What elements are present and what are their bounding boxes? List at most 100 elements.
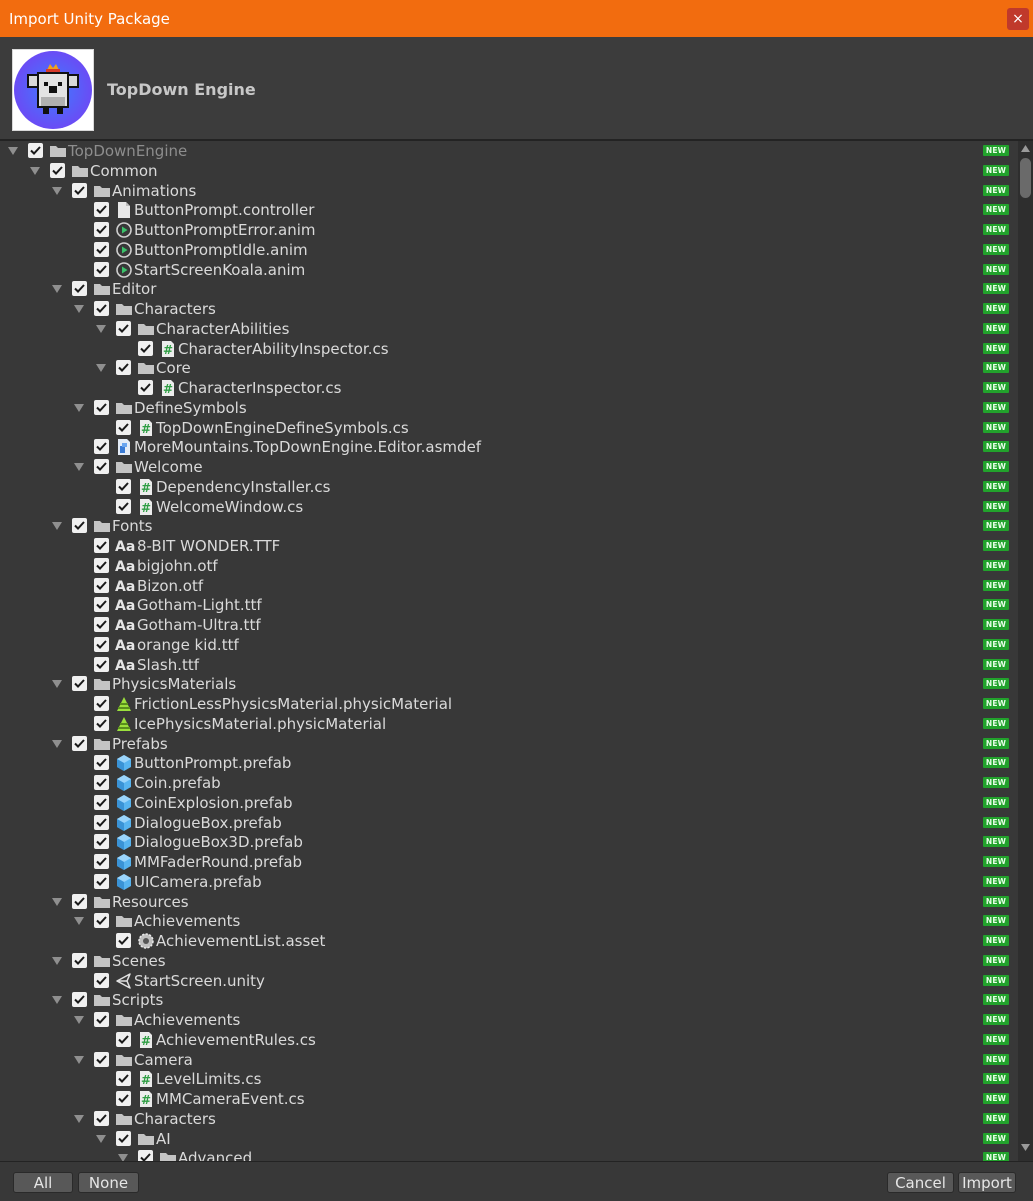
include-checkbox[interactable]: [94, 202, 109, 218]
include-checkbox[interactable]: [28, 143, 43, 158]
include-checkbox[interactable]: [116, 360, 131, 376]
include-checkbox[interactable]: [116, 478, 131, 494]
tree-row[interactable]: Characters NEW: [0, 299, 1018, 319]
expand-arrow-icon[interactable]: [74, 304, 84, 314]
select-all-button[interactable]: All: [13, 1172, 73, 1193]
tree-row[interactable]: # MMCameraEvent.cs NEW: [0, 1089, 1018, 1109]
tree-row[interactable]: ButtonPrompt.prefab NEW: [0, 753, 1018, 773]
include-checkbox[interactable]: [94, 241, 109, 257]
select-none-button[interactable]: None: [78, 1172, 139, 1193]
expand-arrow-icon[interactable]: [52, 897, 62, 907]
include-checkbox[interactable]: [94, 814, 109, 830]
include-checkbox[interactable]: [94, 1110, 109, 1126]
tree-row[interactable]: Editor NEW: [0, 279, 1018, 299]
expand-arrow-icon[interactable]: [74, 1114, 84, 1124]
tree-row[interactable]: Welcome NEW: [0, 457, 1018, 477]
include-checkbox[interactable]: [94, 854, 109, 869]
expand-arrow-icon[interactable]: [74, 403, 84, 413]
tree-row[interactable]: Camera NEW: [0, 1050, 1018, 1070]
tree-row[interactable]: # LevelLimits.cs NEW: [0, 1069, 1018, 1089]
expand-arrow-icon[interactable]: [74, 916, 84, 926]
expand-arrow-icon[interactable]: [52, 679, 62, 689]
tree-row[interactable]: AI NEW: [0, 1129, 1018, 1149]
scroll-thumb[interactable]: [1020, 158, 1031, 198]
tree-row[interactable]: CharacterAbilities NEW: [0, 319, 1018, 339]
tree-row[interactable]: Achievements NEW: [0, 911, 1018, 931]
include-checkbox[interactable]: [94, 1012, 109, 1027]
scroll-up-icon[interactable]: [1021, 145, 1030, 152]
expand-arrow-icon[interactable]: [74, 462, 84, 472]
close-button[interactable]: ×: [1007, 8, 1029, 30]
include-checkbox[interactable]: [94, 696, 109, 711]
expand-arrow-icon[interactable]: [74, 1055, 84, 1065]
tree-row[interactable]: Scenes NEW: [0, 951, 1018, 971]
expand-arrow-icon[interactable]: [52, 186, 62, 196]
expand-arrow-icon[interactable]: [96, 363, 106, 373]
include-checkbox[interactable]: [94, 715, 109, 731]
expand-arrow-icon[interactable]: [52, 995, 62, 1005]
include-checkbox[interactable]: [116, 933, 131, 948]
include-checkbox[interactable]: [94, 557, 109, 573]
tree-row[interactable]: Aa Gotham-Light.ttf NEW: [0, 595, 1018, 615]
expand-arrow-icon[interactable]: [52, 956, 62, 966]
tree-row[interactable]: ButtonPromptError.anim NEW: [0, 220, 1018, 240]
tree-row[interactable]: Fonts NEW: [0, 516, 1018, 536]
tree-row[interactable]: StartScreenKoala.anim NEW: [0, 260, 1018, 280]
include-checkbox[interactable]: [138, 340, 153, 356]
expand-arrow-icon[interactable]: [8, 146, 18, 156]
tree-row[interactable]: AchievementList.asset NEW: [0, 931, 1018, 951]
tree-row[interactable]: MoreMountains.TopDownEngine.Editor.asmde…: [0, 437, 1018, 457]
cancel-button[interactable]: Cancel: [887, 1172, 954, 1193]
tree-row[interactable]: FrictionLessPhysicsMaterial.physicMateri…: [0, 694, 1018, 714]
tree-row[interactable]: MMFaderRound.prefab NEW: [0, 852, 1018, 872]
expand-arrow-icon[interactable]: [118, 1153, 128, 1161]
tree-row[interactable]: Aa 8-BIT WONDER.TTF NEW: [0, 536, 1018, 556]
include-checkbox[interactable]: [116, 320, 131, 336]
tree-row[interactable]: Aa Bizon.otf NEW: [0, 576, 1018, 596]
tree-row[interactable]: DefineSymbols NEW: [0, 398, 1018, 418]
expand-arrow-icon[interactable]: [52, 739, 62, 749]
include-checkbox[interactable]: [72, 992, 87, 1008]
tree-row[interactable]: DialogueBox3D.prefab NEW: [0, 832, 1018, 852]
include-checkbox[interactable]: [72, 518, 87, 534]
tree-row[interactable]: # CharacterInspector.cs NEW: [0, 378, 1018, 398]
include-checkbox[interactable]: [72, 676, 87, 692]
tree-row[interactable]: Scripts NEW: [0, 990, 1018, 1010]
include-checkbox[interactable]: [94, 459, 109, 474]
tree-row[interactable]: Resources NEW: [0, 892, 1018, 912]
include-checkbox[interactable]: [72, 735, 87, 751]
tree-row[interactable]: Prefabs NEW: [0, 734, 1018, 754]
expand-arrow-icon[interactable]: [74, 1015, 84, 1025]
tree-row[interactable]: Aa bigjohn.otf NEW: [0, 556, 1018, 576]
include-checkbox[interactable]: [94, 755, 109, 771]
tree-row[interactable]: # AchievementRules.cs NEW: [0, 1030, 1018, 1050]
include-checkbox[interactable]: [94, 972, 109, 988]
tree-row[interactable]: Coin.prefab NEW: [0, 773, 1018, 793]
include-checkbox[interactable]: [50, 162, 65, 178]
tree-row[interactable]: Aa Slash.ttf NEW: [0, 655, 1018, 675]
tree-row[interactable]: Advanced NEW: [0, 1148, 1018, 1161]
include-checkbox[interactable]: [94, 775, 109, 790]
tree-row[interactable]: Characters NEW: [0, 1109, 1018, 1129]
expand-arrow-icon[interactable]: [96, 324, 106, 334]
include-checkbox[interactable]: [116, 419, 131, 435]
include-checkbox[interactable]: [94, 439, 109, 455]
include-checkbox[interactable]: [94, 636, 109, 652]
expand-arrow-icon[interactable]: [30, 166, 40, 176]
tree-row[interactable]: # WelcomeWindow.cs NEW: [0, 497, 1018, 517]
tree-row[interactable]: ButtonPrompt.controller NEW: [0, 200, 1018, 220]
include-checkbox[interactable]: [94, 617, 109, 632]
include-checkbox[interactable]: [94, 399, 109, 415]
include-checkbox[interactable]: [94, 1051, 109, 1067]
include-checkbox[interactable]: [94, 261, 109, 277]
include-checkbox[interactable]: [94, 656, 109, 672]
include-checkbox[interactable]: [94, 913, 109, 929]
include-checkbox[interactable]: [72, 281, 87, 297]
include-checkbox[interactable]: [72, 182, 87, 198]
tree-row[interactable]: PhysicsMaterials NEW: [0, 674, 1018, 694]
expand-arrow-icon[interactable]: [96, 1134, 106, 1144]
tree-row[interactable]: Core NEW: [0, 358, 1018, 378]
include-checkbox[interactable]: [94, 794, 109, 810]
tree-row[interactable]: Achievements NEW: [0, 1010, 1018, 1030]
tree-row[interactable]: Aa orange kid.ttf NEW: [0, 635, 1018, 655]
